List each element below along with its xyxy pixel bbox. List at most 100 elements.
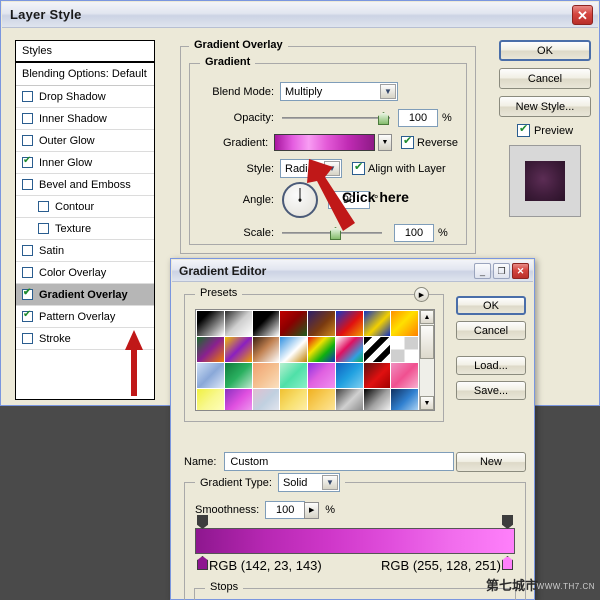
preset-swatch[interactable] xyxy=(308,337,335,362)
checkbox-satin[interactable] xyxy=(22,245,33,256)
opacity-stop-left[interactable] xyxy=(197,515,208,529)
preset-swatch[interactable] xyxy=(280,389,307,410)
align-with-layer-checkbox[interactable] xyxy=(352,162,365,175)
sidebar-item-stroke[interactable]: Stroke xyxy=(16,328,154,350)
chevron-down-icon[interactable]: ▼ xyxy=(380,84,396,99)
angle-dial[interactable] xyxy=(282,182,318,218)
sidebar-item-outer-glow[interactable]: Outer Glow xyxy=(16,130,154,152)
scroll-up-icon[interactable]: ▲ xyxy=(420,310,434,324)
sidebar-item-drop-shadow[interactable]: Drop Shadow xyxy=(16,86,154,108)
preset-swatch[interactable] xyxy=(253,337,280,362)
preset-swatch[interactable] xyxy=(280,337,307,362)
preset-swatch[interactable] xyxy=(364,311,391,336)
sidebar-item-pattern-overlay[interactable]: Pattern Overlay xyxy=(16,306,154,328)
presets-grid[interactable] xyxy=(196,310,419,410)
preset-swatch[interactable] xyxy=(225,337,252,362)
preset-swatch[interactable] xyxy=(336,337,363,362)
close-icon[interactable]: ✕ xyxy=(572,5,593,25)
presets-scrollbar[interactable]: ▲ ▼ xyxy=(419,310,434,410)
checkbox-inner-shadow[interactable] xyxy=(22,113,33,124)
sidebar-item-texture[interactable]: Texture xyxy=(16,218,154,240)
gradient-editor-ok-button[interactable]: OK xyxy=(456,296,526,315)
opacity-slider-thumb[interactable] xyxy=(378,112,389,125)
smoothness-stepper-icon[interactable]: ▶ xyxy=(304,502,319,519)
checkbox-drop-shadow[interactable] xyxy=(22,91,33,102)
scale-slider[interactable] xyxy=(282,226,382,240)
sidebar-item-satin[interactable]: Satin xyxy=(16,240,154,262)
opacity-input[interactable]: 100 xyxy=(398,109,438,127)
opacity-slider[interactable] xyxy=(282,111,390,125)
scroll-down-icon[interactable]: ▼ xyxy=(420,396,434,410)
name-input[interactable]: Custom xyxy=(224,452,454,471)
preset-swatch[interactable] xyxy=(391,337,418,362)
preset-swatch[interactable] xyxy=(308,363,335,388)
gradient-type-select[interactable]: Solid ▼ xyxy=(278,473,340,492)
sidebar-item-gradient-overlay[interactable]: Gradient Overlay xyxy=(16,284,154,306)
preset-swatch[interactable] xyxy=(336,363,363,388)
ok-button[interactable]: OK xyxy=(499,40,591,61)
sidebar-item-inner-glow[interactable]: Inner Glow xyxy=(16,152,154,174)
maximize-icon[interactable]: ❐ xyxy=(493,263,510,279)
gradient-preview-swatch[interactable] xyxy=(274,134,375,151)
chevron-down-icon[interactable]: ▼ xyxy=(324,161,340,176)
close-icon[interactable]: ✕ xyxy=(512,263,529,279)
preset-swatch[interactable] xyxy=(280,311,307,336)
checkbox-stroke[interactable] xyxy=(22,333,33,344)
minimize-icon[interactable]: _ xyxy=(474,263,491,279)
reverse-checkbox[interactable] xyxy=(401,136,414,149)
sidebar-item-color-overlay[interactable]: Color Overlay xyxy=(16,262,154,284)
preset-swatch[interactable] xyxy=(225,311,252,336)
preset-swatch[interactable] xyxy=(391,363,418,388)
preset-swatch[interactable] xyxy=(308,311,335,336)
gradient-bar[interactable] xyxy=(195,528,515,554)
preset-swatch[interactable] xyxy=(280,363,307,388)
sidebar-item-inner-shadow[interactable]: Inner Shadow xyxy=(16,108,154,130)
smoothness-input[interactable]: 100 xyxy=(265,501,305,519)
color-stop-left[interactable] xyxy=(197,556,208,570)
sidebar-item-contour[interactable]: Contour xyxy=(16,196,154,218)
preset-swatch[interactable] xyxy=(197,389,224,410)
preset-swatch[interactable] xyxy=(364,389,391,410)
checkbox-pattern-overlay[interactable] xyxy=(22,311,33,322)
preset-swatch[interactable] xyxy=(197,311,224,336)
blend-mode-select[interactable]: Multiply ▼ xyxy=(280,82,398,101)
preset-swatch[interactable] xyxy=(253,363,280,388)
checkbox-gradient-overlay[interactable] xyxy=(22,289,33,300)
scale-input[interactable]: 100 xyxy=(394,224,434,242)
preset-swatch[interactable] xyxy=(364,337,391,362)
checkbox-inner-glow[interactable] xyxy=(22,157,33,168)
checkbox-outer-glow[interactable] xyxy=(22,135,33,146)
preset-swatch[interactable] xyxy=(308,389,335,410)
preset-swatch[interactable] xyxy=(253,389,280,410)
new-preset-button[interactable]: New xyxy=(456,452,526,472)
save-button[interactable]: Save... xyxy=(456,381,526,400)
style-select[interactable]: Radial ▼ xyxy=(280,159,342,178)
preset-swatch[interactable] xyxy=(225,389,252,410)
preset-swatch[interactable] xyxy=(391,311,418,336)
opacity-stop-right[interactable] xyxy=(502,515,513,529)
preset-swatch[interactable] xyxy=(225,363,252,388)
preset-swatch[interactable] xyxy=(336,311,363,336)
preset-swatch[interactable] xyxy=(253,311,280,336)
load-button[interactable]: Load... xyxy=(456,356,526,375)
gradient-picker-chevron-down-icon[interactable]: ▼ xyxy=(378,134,392,151)
preview-checkbox[interactable] xyxy=(517,124,530,137)
new-style-button[interactable]: New Style... xyxy=(499,96,591,117)
checkbox-color-overlay[interactable] xyxy=(22,267,33,278)
presets-menu-icon[interactable]: ▶ xyxy=(414,287,429,302)
scale-slider-thumb[interactable] xyxy=(330,227,341,240)
checkbox-contour[interactable] xyxy=(38,201,49,212)
chevron-down-icon[interactable]: ▼ xyxy=(322,475,338,490)
sidebar-item-bevel-and-emboss[interactable]: Bevel and Emboss xyxy=(16,174,154,196)
cancel-button[interactable]: Cancel xyxy=(499,68,591,89)
preset-swatch[interactable] xyxy=(197,337,224,362)
scrollbar-thumb[interactable] xyxy=(420,325,434,359)
checkbox-texture[interactable] xyxy=(38,223,49,234)
preset-swatch[interactable] xyxy=(364,363,391,388)
checkbox-bevel-and-emboss[interactable] xyxy=(22,179,33,190)
color-stop-right[interactable] xyxy=(502,556,513,570)
gradient-editor-cancel-button[interactable]: Cancel xyxy=(456,321,526,340)
sidebar-item-blending-options[interactable]: Blending Options: Default xyxy=(16,63,154,86)
preset-swatch[interactable] xyxy=(197,363,224,388)
preset-swatch[interactable] xyxy=(336,389,363,410)
